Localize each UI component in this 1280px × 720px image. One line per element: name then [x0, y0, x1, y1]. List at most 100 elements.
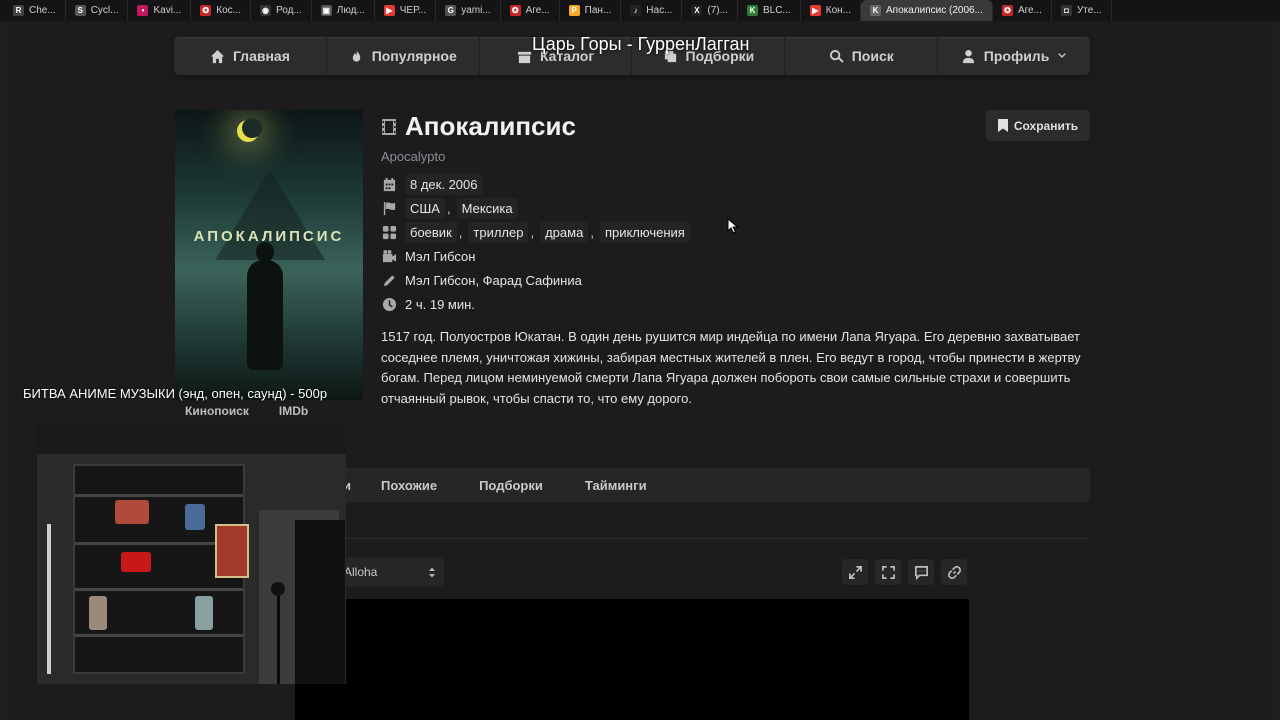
- browser-tab-strip: R Che... S Cycl... • Kavi... ✪ Кос... ◉ Род... ▣ Лю…: [0, 0, 1280, 21]
- separator: ,: [458, 225, 463, 240]
- save-button[interactable]: Сохранить: [986, 110, 1090, 141]
- video-camera-icon: [382, 249, 397, 263]
- comment-icon: [914, 565, 928, 580]
- bookmark-icon: [997, 119, 1008, 132]
- duration-row: 2 ч. 19 мин.: [382, 297, 475, 312]
- browser-tab-label: Кос...: [216, 5, 241, 16]
- browser-tab[interactable]: Gyami...: [436, 0, 501, 21]
- tab-favicon-icon: ♪: [630, 5, 642, 16]
- separator: ,: [530, 225, 535, 240]
- browser-tab[interactable]: ✪ Аге...: [993, 0, 1052, 21]
- browser-tab[interactable]: R Che...: [4, 0, 66, 21]
- browser-tab[interactable]: ✪ Кос...: [191, 0, 251, 21]
- player-source-select[interactable]: Alloha: [336, 557, 444, 587]
- rating-imdb[interactable]: IMDb: [279, 404, 308, 418]
- release-date[interactable]: 8 дек. 2006: [405, 174, 483, 195]
- browser-tab[interactable]: ▶ Кон...: [801, 0, 862, 21]
- browser-tab[interactable]: ▶ ЧЕР...: [375, 0, 437, 21]
- writers-row: Мэл Гибсон, Фарад Сафиниа: [382, 273, 582, 288]
- browser-tab-label: (7)...: [707, 5, 728, 16]
- save-button-label: Сохранить: [1013, 118, 1079, 133]
- link-button[interactable]: [941, 559, 967, 585]
- browser-tab[interactable]: K BLC...: [738, 0, 801, 21]
- browser-tab[interactable]: P Пан...: [560, 0, 622, 21]
- tab-similar[interactable]: Похожие: [381, 478, 437, 493]
- genre-item[interactable]: боевик: [405, 222, 457, 243]
- browser-tab[interactable]: K Апокалипсис (2006...: [861, 0, 993, 21]
- home-icon: [210, 49, 224, 63]
- browser-tab-label: BLC...: [762, 5, 791, 16]
- nav-search-label: Поиск: [851, 48, 894, 64]
- genre-item[interactable]: триллер: [468, 222, 529, 243]
- comment-button[interactable]: [908, 559, 934, 585]
- box-icon: [517, 51, 531, 63]
- divider: [295, 538, 1090, 539]
- tab-favicon-icon: ▶: [383, 5, 395, 16]
- nav-profile-label: Профиль: [983, 48, 1050, 64]
- browser-tab[interactable]: S Cycl...: [66, 0, 129, 21]
- browser-tab-label: yami...: [461, 5, 491, 16]
- webcam-sword: [47, 524, 51, 674]
- link-icon: [947, 565, 961, 579]
- nav-search[interactable]: Поиск: [785, 37, 939, 75]
- video-player[interactable]: [295, 599, 969, 720]
- countries-row: США , Мексика: [382, 198, 518, 219]
- tab-timings[interactable]: Тайминги: [585, 478, 647, 493]
- mouse-cursor-icon: [727, 218, 739, 234]
- nav-home[interactable]: Главная: [174, 37, 327, 75]
- tab-favicon-icon: ▣: [320, 5, 332, 16]
- nav-profile[interactable]: Профиль: [938, 37, 1090, 75]
- tab-favicon-icon: R: [13, 5, 24, 16]
- webcam-lamp: [271, 582, 285, 684]
- search-icon: [829, 49, 844, 63]
- browser-tab[interactable]: ◘ Уте...: [1052, 0, 1112, 21]
- browser-tab[interactable]: ▣ Люд...: [312, 0, 375, 21]
- browser-tab[interactable]: ♪ Нас...: [621, 0, 683, 21]
- tab-favicon-icon: K: [746, 5, 758, 16]
- film-icon: [382, 119, 396, 135]
- genre-item[interactable]: приключения: [599, 222, 690, 243]
- tab-collections[interactable]: Подборки: [479, 478, 543, 493]
- tab-favicon-icon: G: [445, 5, 457, 16]
- nav-popular[interactable]: Популярное: [327, 37, 480, 75]
- expand-button[interactable]: [842, 559, 868, 585]
- country-item[interactable]: Мексика: [456, 198, 518, 219]
- rating-kinopoisk[interactable]: Кинопоиск: [185, 404, 249, 418]
- browser-tab-label: Che...: [29, 5, 56, 16]
- tab-favicon-icon: ✪: [509, 5, 521, 16]
- browser-tab[interactable]: ✪ Аге...: [501, 0, 560, 21]
- webcam-doorway: [295, 520, 345, 684]
- tab-favicon-icon: ✪: [200, 5, 212, 16]
- browser-tab[interactable]: • Kavi...: [128, 0, 192, 21]
- duration: 2 ч. 19 мин.: [405, 297, 475, 312]
- country-item[interactable]: США: [405, 198, 445, 219]
- nav-popular-label: Популярное: [371, 48, 457, 64]
- updown-icon: [428, 567, 436, 577]
- tab-favicon-icon: •: [137, 5, 149, 16]
- tab-favicon-icon: ✪: [1001, 5, 1013, 16]
- pencil-icon: [383, 275, 395, 287]
- browser-tab-label: Люд...: [336, 5, 365, 16]
- fullscreen-button[interactable]: [875, 559, 901, 585]
- browser-tab-label: Род...: [276, 5, 302, 16]
- genre-item[interactable]: драма: [540, 222, 589, 243]
- separator: ,: [590, 225, 594, 240]
- tab-favicon-icon: ◘: [1060, 5, 1072, 16]
- director-row: Мэл Гибсон: [382, 249, 475, 264]
- separator: ,: [446, 201, 451, 216]
- browser-tab[interactable]: X (7)...: [682, 0, 738, 21]
- fire-icon: [352, 49, 360, 62]
- browser-tab[interactable]: ◉ Род...: [251, 0, 312, 21]
- director[interactable]: Мэл Гибсон: [405, 249, 475, 264]
- film-original-title: Apocalypto: [381, 149, 446, 164]
- tab-favicon-icon: ▶: [809, 5, 821, 16]
- browser-tab-label: Кон...: [825, 5, 852, 16]
- release-date-row: 8 дек. 2006: [382, 174, 483, 195]
- browser-tab-label: ЧЕР...: [399, 5, 427, 16]
- nav-home-label: Главная: [232, 48, 290, 64]
- poster-moon: [237, 118, 262, 142]
- clock-icon: [382, 297, 397, 312]
- writers[interactable]: Мэл Гибсон, Фарад Сафиниа: [405, 273, 582, 288]
- browser-tab-label: Аге...: [1017, 5, 1042, 16]
- expand-icon: [848, 565, 862, 579]
